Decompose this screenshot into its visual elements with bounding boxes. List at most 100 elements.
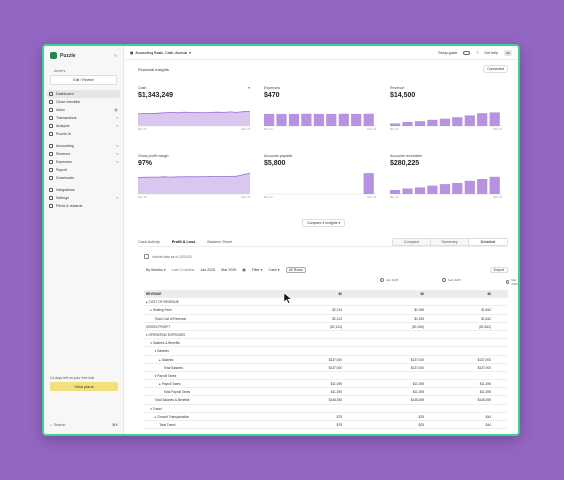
table-row[interactable]: ▾ Travel bbox=[144, 405, 508, 413]
sidebar-item-analysis[interactable]: Analysis ▾ bbox=[44, 122, 123, 130]
sidebar-item-dashboard[interactable]: Dashboard bbox=[47, 90, 120, 98]
sidebar-item-integrations[interactable]: Integrations bbox=[44, 186, 123, 194]
close-checklist-icon bbox=[49, 100, 53, 104]
axis-tick-label: Mar '23 bbox=[390, 128, 399, 131]
table-row[interactable]: REVENUE $0 $0 $0 bbox=[144, 290, 508, 299]
cell-value: $44 bbox=[485, 414, 491, 419]
table-row[interactable]: Total Cost of Revenue $2,124 $1,945 $1,842 bbox=[144, 315, 508, 323]
sidebar-item-puzzle-ai[interactable]: Puzzle AI bbox=[44, 130, 123, 138]
sidebar-item-perks-rewards[interactable]: Perks & rewards bbox=[44, 202, 123, 210]
sidebar-item-label: Revenue bbox=[56, 152, 71, 156]
insight-card[interactable]: Gross profit margin 97% Mar '23 Mar '24 bbox=[138, 154, 250, 234]
setup-guide-link[interactable]: Setup guide bbox=[438, 51, 457, 55]
sidebar-item-payroll[interactable]: Payroll bbox=[44, 166, 123, 174]
pl-table: REVENUE $0 $0 $0 ▸ COST OF REVENUE ▸ Hosting … bbox=[144, 290, 508, 430]
connected-badge[interactable]: Connected bbox=[483, 65, 508, 73]
table-row[interactable]: ▾ Payroll Taxes bbox=[144, 372, 508, 381]
sidebar-item-settings[interactable]: Settings ▾ bbox=[44, 194, 123, 202]
tab-profit-loss[interactable]: Profit & Loss bbox=[172, 240, 196, 244]
payroll-icon bbox=[49, 168, 53, 172]
row-label: ▸ COST OF REVENUE bbox=[146, 300, 179, 305]
column-header[interactable]: Feb 2025 bbox=[442, 278, 461, 282]
all-rows-button[interactable]: All Rows bbox=[285, 266, 306, 273]
table-row[interactable]: Total Salaries & Benefits $148,395 $148,39… bbox=[144, 396, 508, 405]
period-dropdown[interactable]: By Months ▾ bbox=[146, 268, 166, 272]
table-row[interactable]: ▾ OPERATING EXPENSES bbox=[144, 331, 508, 340]
bar bbox=[477, 113, 488, 126]
view-compact-button[interactable]: Compact bbox=[393, 238, 431, 245]
get-help-link[interactable]: Get help bbox=[484, 51, 498, 55]
table-row[interactable]: Total Payroll Taxes $11,395 $11,395 $11,395 bbox=[144, 388, 508, 397]
sidebar-item-accounting[interactable]: Accounting ▾ bbox=[44, 142, 123, 150]
bar bbox=[427, 185, 438, 194]
view-mode-toggle: Compact Summary Detailed bbox=[392, 237, 508, 246]
export-button[interactable]: Export bbox=[489, 266, 508, 273]
view-detailed-button[interactable]: Detailed bbox=[469, 238, 507, 245]
table-row[interactable]: ▸ COST OF REVENUE bbox=[144, 298, 508, 307]
view-plans-button[interactable]: View plans bbox=[50, 382, 118, 391]
table-row[interactable]: ▾ Salaries & Benefits bbox=[144, 339, 508, 348]
sidebar-item-close-checklist[interactable]: Close checklist bbox=[44, 98, 123, 106]
setup-guide-toggle[interactable] bbox=[463, 50, 471, 55]
filter-dropdown[interactable]: Filter ▾ bbox=[252, 268, 263, 272]
accounting-basis-selector[interactable]: ▦ Accounting Basis: Cash, Accrual ▾ bbox=[130, 51, 191, 55]
table-row[interactable]: ▸ Payroll Taxes $11,395 $11,395 $11,395 bbox=[144, 380, 508, 389]
basis-dropdown[interactable]: Cash ▾ bbox=[269, 268, 280, 272]
tab-cash-activity[interactable]: Cash Activity bbox=[138, 240, 160, 244]
card-axis: Mar '23 Mar '24 bbox=[264, 128, 376, 131]
table-row[interactable]: ▸ Ground Transportation $75 $25 $44 bbox=[144, 413, 508, 421]
avatar[interactable]: NH bbox=[504, 49, 512, 56]
view-summary-button[interactable]: Summary bbox=[431, 238, 469, 245]
axis-tick-label: Mar '23 bbox=[138, 128, 147, 131]
axis-tick-label: Mar '24 bbox=[367, 196, 376, 199]
sidebar-item-label: Analysis bbox=[56, 124, 70, 128]
chevron-down-icon: ▾ bbox=[116, 116, 118, 120]
from-date[interactable]: Jan 2025 bbox=[200, 268, 215, 272]
cell-value: $0 bbox=[487, 292, 491, 296]
card-chart bbox=[264, 113, 376, 127]
table-row[interactable]: Total Travel $75 $25 $44 bbox=[144, 421, 508, 430]
sidebar-item-downloads[interactable]: Downloads bbox=[44, 174, 123, 182]
table-row[interactable]: ▸ Salaries $137,000 $137,000 $137,000 bbox=[144, 356, 508, 364]
table-row[interactable]: GROSS PROFIT ($2,124) ($1,945) ($1,842) bbox=[144, 323, 508, 331]
sidebar-header: Puzzle « bbox=[44, 46, 123, 63]
sidebar-item-transactions[interactable]: Transactions ▾ bbox=[44, 114, 123, 122]
company-switcher-button[interactable]: Edit / Review bbox=[50, 75, 117, 85]
app-name: Puzzle bbox=[60, 52, 76, 59]
accrual-checkbox[interactable] bbox=[144, 254, 149, 259]
column-header[interactable]: Jan 2025 bbox=[380, 278, 398, 282]
inbox-icon bbox=[49, 108, 53, 112]
cell-value: $75 bbox=[336, 423, 342, 427]
collapse-sidebar-icon[interactable]: « bbox=[114, 53, 117, 59]
bar bbox=[363, 173, 374, 194]
sidebar-item-label: Dashboard bbox=[56, 92, 74, 96]
row-label: ▸ Salaries bbox=[159, 357, 174, 362]
chevron-down-icon: ▾ bbox=[116, 196, 118, 200]
range-label[interactable]: Last 3 months bbox=[172, 268, 195, 272]
sidebar-search[interactable]: ⌕ Search ⌘K bbox=[50, 423, 118, 427]
sidebar-item-expenses[interactable]: Expenses ▾ bbox=[44, 158, 123, 166]
axis-tick-label: Mar '23 bbox=[390, 196, 399, 199]
insight-card[interactable]: Accounts receivable $280,225 Mar '23 Mar '2… bbox=[390, 154, 502, 234]
compare-insights-button[interactable]: Compare 4 Insights ▾ bbox=[302, 219, 346, 227]
cell-value: $148,395 bbox=[477, 398, 491, 403]
card-title: Expenses bbox=[264, 86, 280, 90]
sidebar-item-inbox[interactable]: Inbox 8 bbox=[44, 106, 123, 114]
chevron-down-icon[interactable]: ▾ bbox=[248, 86, 250, 90]
cell-value: $2,124 bbox=[332, 316, 342, 321]
sidebar-item-revenue[interactable]: Revenue ▾ bbox=[44, 150, 123, 158]
card-value: $5,800 bbox=[264, 160, 286, 167]
tab-balance-sheet[interactable]: Balance Sheet bbox=[207, 240, 232, 244]
accrual-option[interactable]: Include data as of 12/31/20 bbox=[144, 254, 192, 259]
cell-value: $137,000 bbox=[477, 365, 491, 370]
calendar-icon[interactable]: ▦ bbox=[242, 268, 245, 272]
to-date[interactable]: Mar 2025 bbox=[221, 268, 236, 272]
table-row[interactable]: Total Salaries $137,000 $137,000 $137,000 bbox=[144, 364, 508, 372]
card-chart bbox=[138, 172, 250, 195]
column-header[interactable]: Mar 2025 bbox=[506, 278, 518, 286]
revenue-icon bbox=[49, 152, 53, 156]
table-row[interactable]: ▸ Hosting Fees $2,124 $1,945 $1,842 bbox=[144, 306, 508, 315]
expenses-icon bbox=[49, 160, 53, 164]
table-row[interactable]: ▾ Salaries bbox=[144, 347, 508, 356]
cell-value: $11,395 bbox=[412, 382, 424, 387]
